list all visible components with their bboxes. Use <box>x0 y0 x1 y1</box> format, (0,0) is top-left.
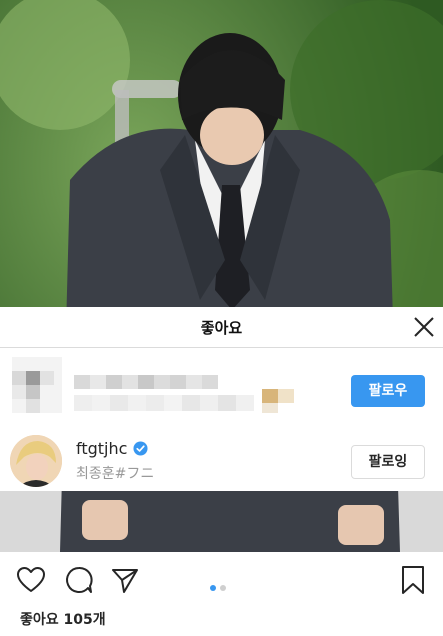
close-icon[interactable] <box>407 310 441 344</box>
share-icon[interactable] <box>110 566 140 598</box>
heart-icon[interactable] <box>16 566 46 598</box>
verified-icon <box>133 440 148 456</box>
username-pixelated <box>74 375 304 413</box>
user-row[interactable]: 팔로우 <box>0 351 443 421</box>
avatar[interactable] <box>10 435 62 487</box>
likes-sheet: 좋아요 팔로우 ftgtjhc 최종훈#フニ 팔로잉 <box>0 307 443 491</box>
carousel-indicator <box>210 576 230 595</box>
username-row: ftgtjhc <box>76 437 148 459</box>
comment-icon[interactable] <box>64 565 94 599</box>
carousel-dot <box>220 585 226 591</box>
avatar-pixelated <box>12 357 62 413</box>
carousel-dot-active <box>210 585 216 591</box>
following-button[interactable]: 팔로잉 <box>351 445 425 479</box>
sheet-header: 좋아요 <box>0 307 443 348</box>
post-actions: 좋아요 105개 <box>0 552 443 636</box>
bookmark-icon[interactable] <box>400 565 426 599</box>
likes-count[interactable]: 좋아요 105개 <box>20 609 106 629</box>
sheet-title: 좋아요 <box>200 319 243 337</box>
username[interactable]: ftgtjhc <box>76 439 127 458</box>
user-row[interactable]: ftgtjhc 최종훈#フニ 팔로잉 <box>0 427 443 497</box>
follow-button[interactable]: 팔로우 <box>351 375 425 407</box>
full-name: 최종훈#フニ <box>76 466 155 482</box>
